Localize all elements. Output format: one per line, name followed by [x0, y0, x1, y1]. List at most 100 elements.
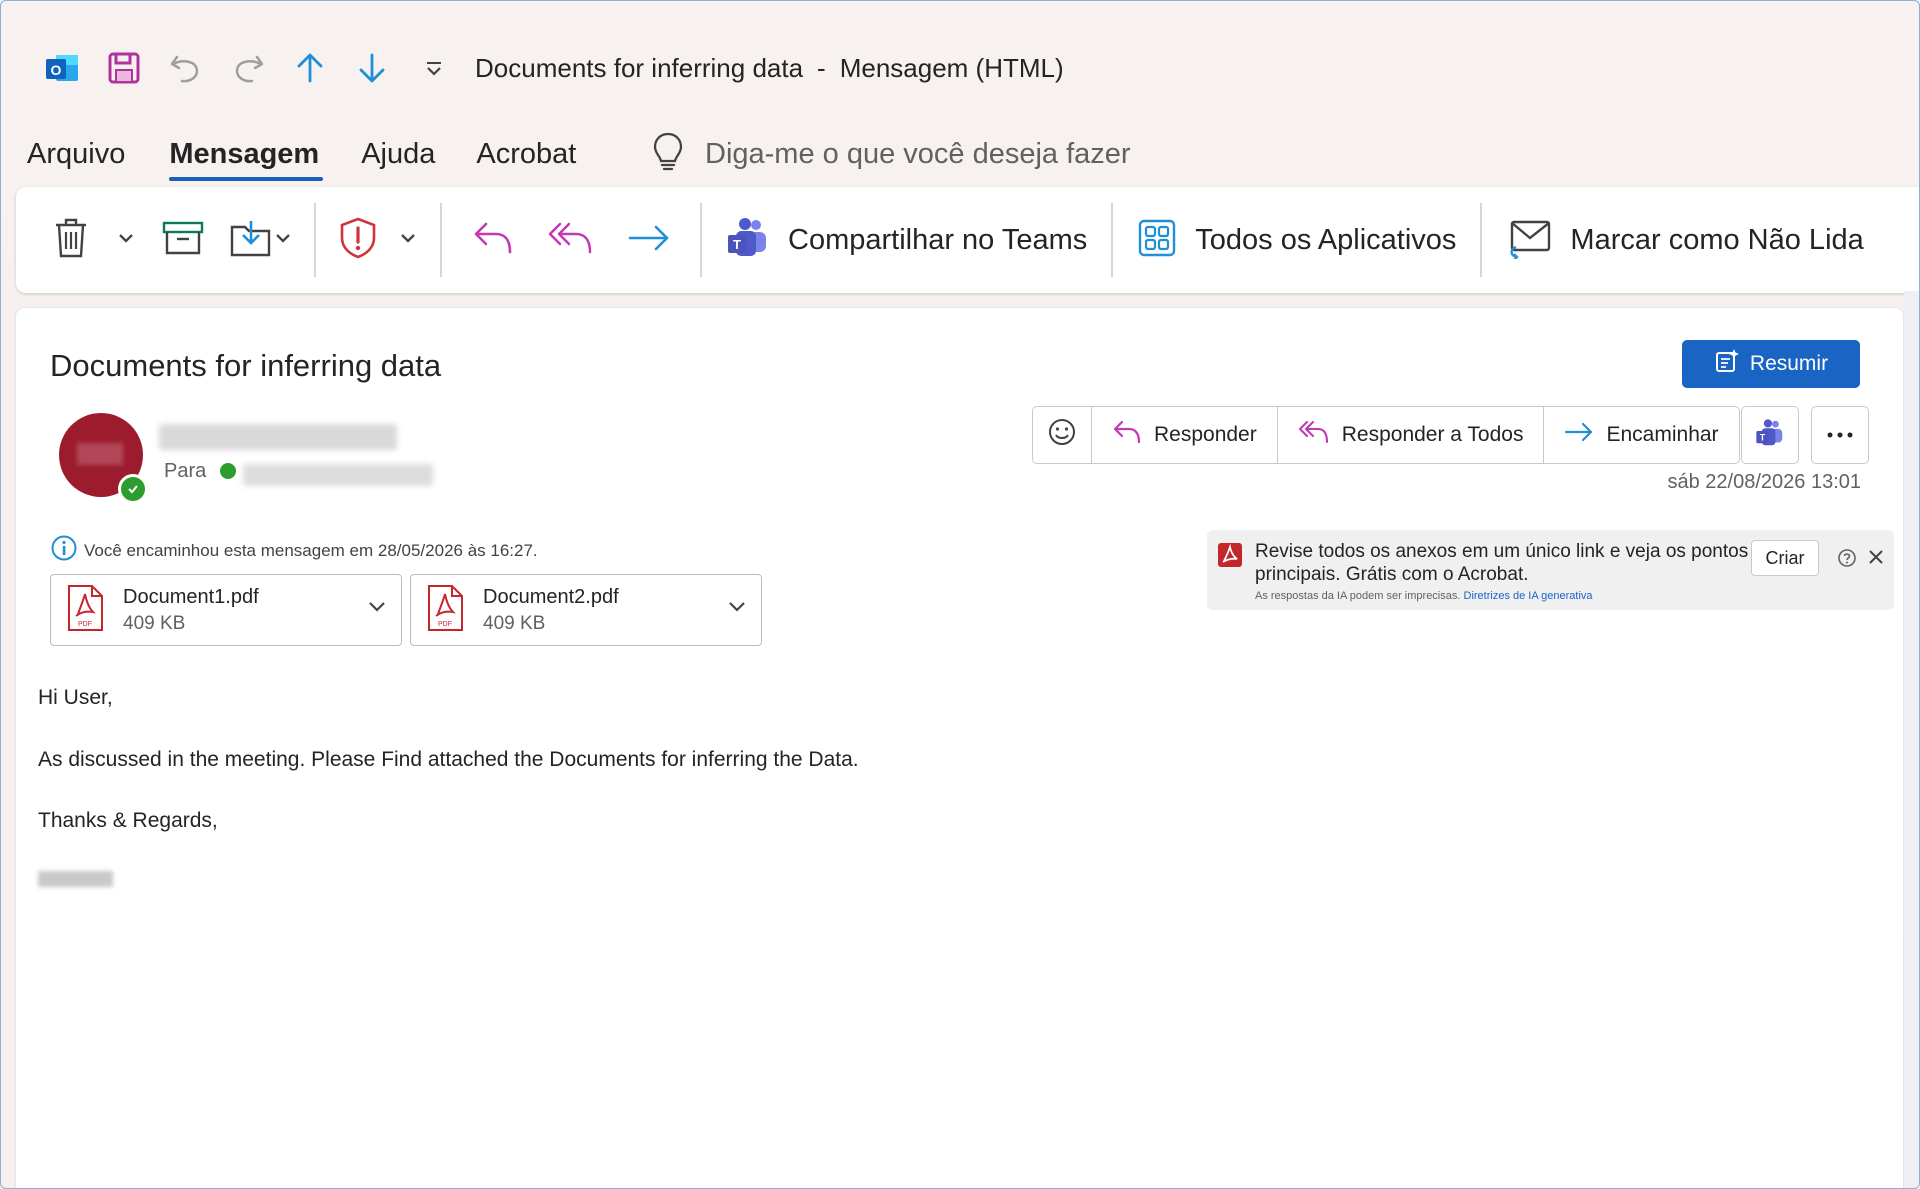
reply-action-button[interactable]: Responder: [1091, 407, 1277, 463]
apps-grid-icon: [1137, 218, 1177, 263]
acrobat-banner: Revise todos os anexos em um único link …: [1207, 530, 1894, 610]
all-apps-label: Todos os Aplicativos: [1195, 223, 1457, 256]
report-button[interactable]: [328, 200, 388, 280]
summarize-label: Resumir: [1749, 352, 1829, 375]
ribbon-divider: [440, 203, 442, 277]
sender-name-redacted[interactable]: [159, 424, 397, 450]
attachment-card[interactable]: PDF Document2.pdf 409 KB: [410, 574, 762, 646]
mark-unread-label: Marcar como Não Lida: [1570, 223, 1864, 256]
save-icon[interactable]: [93, 38, 155, 98]
smiley-icon: [1047, 417, 1077, 453]
attachment-name: Document1.pdf: [123, 585, 259, 608]
outlook-logo-icon: O: [31, 38, 93, 98]
reply-icon: [1112, 418, 1142, 452]
reply-all-button[interactable]: [532, 200, 610, 280]
quick-access-toolbar: O: [31, 38, 465, 98]
forward-icon: [1564, 421, 1594, 449]
tab-arquivo[interactable]: Arquivo: [27, 129, 125, 179]
share-teams-label: Compartilhar no Teams: [788, 223, 1088, 256]
summarize-button[interactable]: Resumir: [1682, 340, 1860, 388]
all-apps-button[interactable]: Todos os Aplicativos: [1137, 200, 1456, 280]
svg-text:O: O: [51, 62, 62, 78]
chevron-down-icon: [399, 231, 417, 249]
attachment-meta: Document1.pdf 409 KB: [123, 586, 259, 635]
chevron-down-icon[interactable]: [727, 599, 747, 618]
teams-chat-button[interactable]: T: [1741, 406, 1799, 464]
arrow-up-icon[interactable]: [279, 38, 341, 98]
menu-bar: Arquivo Mensagem Ajuda Acrobat Diga-me o…: [1, 129, 1919, 181]
svg-text:T: T: [1760, 432, 1766, 442]
move-to-folder-icon: [229, 217, 293, 264]
avatar-initials-blurred: [77, 443, 123, 465]
attachment-meta: Document2.pdf 409 KB: [483, 586, 619, 635]
summarize-icon: [1714, 348, 1740, 380]
more-actions-button[interactable]: [1811, 406, 1869, 464]
tell-me-search[interactable]: Diga-me o que você deseja fazer: [651, 129, 1131, 179]
arrow-down-icon[interactable]: [341, 38, 403, 98]
teams-icon: T: [726, 216, 770, 265]
ribbon-divider: [314, 203, 316, 277]
reply-all-label: Responder a Todos: [1341, 423, 1524, 446]
reply-label: Responder: [1154, 423, 1257, 446]
tab-mensagem[interactable]: Mensagem: [169, 129, 324, 181]
reply-all-action-button[interactable]: Responder a Todos: [1276, 407, 1544, 463]
signature-redacted: [38, 871, 113, 887]
tab-ajuda[interactable]: Ajuda: [361, 129, 435, 179]
move-button[interactable]: [220, 200, 302, 280]
presence-available-icon: [118, 474, 148, 504]
trash-icon: [53, 217, 89, 264]
forward-label: Encaminhar: [1606, 423, 1719, 446]
recipient-presence-icon: [220, 463, 236, 479]
title-separator: -: [817, 52, 826, 83]
forward-button[interactable]: [610, 200, 688, 280]
more-horizontal-icon: [1825, 426, 1855, 444]
message-datetime: sáb 22/08/2026 13:01: [1667, 471, 1861, 493]
ai-guidelines-link[interactable]: Diretrizes de IA generativa: [1464, 590, 1593, 602]
ribbon-divider: [1111, 203, 1114, 277]
teams-icon: T: [1755, 418, 1785, 453]
redo-icon[interactable]: [217, 38, 279, 98]
recipient-name-redacted[interactable]: [243, 464, 433, 486]
attachment-name: Document2.pdf: [483, 585, 619, 608]
attachment-size: 409 KB: [483, 612, 546, 634]
attachment-size: 409 KB: [123, 612, 186, 634]
delete-button[interactable]: [36, 200, 106, 280]
archive-button[interactable]: [146, 200, 220, 280]
create-button[interactable]: Criar: [1751, 540, 1819, 576]
forward-icon: [627, 223, 671, 258]
attachment-card[interactable]: PDF Document1.pdf 409 KB: [50, 574, 402, 646]
pdf-file-icon: PDF: [65, 584, 105, 637]
customize-toolbar-icon[interactable]: [403, 38, 465, 98]
message-subject: Documents for inferring data: [50, 348, 442, 383]
forward-info: Você encaminhou esta mensagem em 28/05/2…: [50, 534, 538, 567]
shield-alert-icon: [338, 216, 378, 265]
info-icon: [50, 534, 78, 567]
to-label: Para: [164, 460, 207, 482]
title-bar: O Documents for inferring data - Mensage…: [1, 31, 1919, 105]
window-title-suffix: Mensagem (HTML): [839, 52, 1064, 83]
lightbulb-icon: [651, 131, 685, 178]
close-icon[interactable]: [1866, 547, 1886, 572]
reply-all-icon: [1298, 418, 1330, 452]
window-edge: [1904, 291, 1919, 1188]
outlook-message-window: O Documents for inferring data - Mensage…: [0, 0, 1920, 1189]
svg-text:PDF: PDF: [78, 621, 92, 628]
acrobat-disclaimer: As respostas da IA podem ser imprecisas.…: [1255, 590, 1593, 602]
chevron-down-icon[interactable]: [367, 599, 387, 618]
acrobat-banner-text: Revise todos os anexos em um único link …: [1255, 541, 1749, 585]
undo-icon[interactable]: [155, 38, 217, 98]
mark-unread-button[interactable]: Marcar como Não Lida: [1506, 200, 1864, 280]
share-teams-button[interactable]: T Compartilhar no Teams: [726, 200, 1087, 280]
delete-dropdown[interactable]: [106, 200, 146, 280]
body-paragraph: As discussed in the meeting. Please Find…: [38, 748, 859, 771]
report-dropdown[interactable]: [388, 200, 428, 280]
help-icon[interactable]: [1837, 548, 1857, 573]
reply-button[interactable]: [454, 200, 532, 280]
pdf-file-icon: PDF: [425, 584, 465, 637]
forward-action-button[interactable]: Encaminhar: [1543, 407, 1738, 463]
ribbon-toolbar: T Compartilhar no Teams Todos os Aplicat…: [16, 187, 1919, 293]
chevron-down-icon: [117, 231, 135, 249]
tab-acrobat[interactable]: Acrobat: [476, 129, 576, 179]
react-button[interactable]: [1033, 407, 1091, 463]
svg-text:T: T: [733, 237, 741, 252]
